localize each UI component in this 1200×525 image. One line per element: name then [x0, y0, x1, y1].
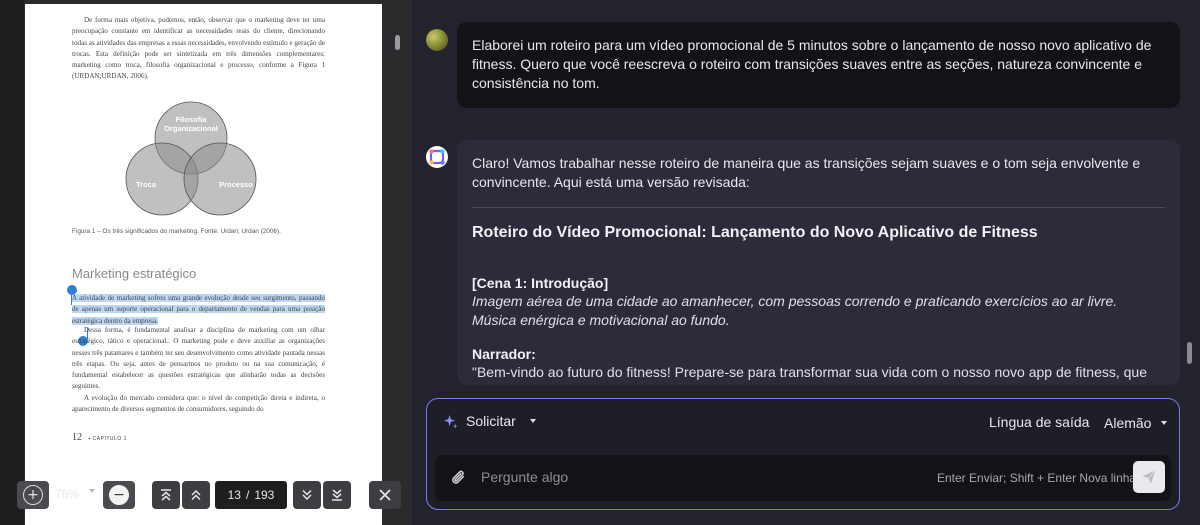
close-icon	[379, 489, 391, 501]
output-language-select[interactable]: Alemão	[1094, 411, 1177, 435]
prompt-selector[interactable]: Solicitar	[443, 413, 536, 429]
pdf-toolbar: + 76% − 13 / 193	[17, 479, 402, 511]
zoom-level[interactable]: 76%	[55, 487, 79, 501]
pdf-page[interactable]: De forma mais objetiva, podemos, então, …	[25, 4, 382, 525]
venn-circle-right	[183, 142, 257, 216]
selection-start-handle[interactable]	[67, 285, 77, 295]
chat-input[interactable]	[481, 463, 901, 491]
send-icon	[1142, 470, 1156, 484]
total-pages: 193	[254, 488, 275, 502]
chevrons-down-bar-icon	[332, 489, 342, 501]
paperclip-icon[interactable]	[449, 468, 469, 488]
scene-label: [Cena 1: Introdução]	[472, 275, 609, 291]
figure-caption: Figura 1 – Os três significados do marke…	[72, 228, 281, 235]
chevrons-up-bar-icon	[161, 489, 171, 501]
chapter-label: ▪ CAPÍTULO 1	[88, 436, 127, 442]
user-message-text: Elaborei um roteiro para um vídeo promoc…	[472, 37, 1152, 91]
script-title: Roteiro do Vídeo Promocional: Lançamento…	[472, 224, 1038, 241]
narrator-line: "Bem-vindo ao futuro do fitness! Prepare…	[472, 364, 1148, 380]
selection-start-stem	[71, 294, 72, 305]
selected-text[interactable]: A atividade de marketing sofreu uma gran…	[72, 294, 325, 325]
next-page-button[interactable]	[293, 481, 321, 509]
viewer-edge	[0, 0, 24, 525]
page-footer: 12 ▪ CAPÍTULO 1	[72, 432, 127, 443]
paragraph-3: A evolução do mercado considera que: o n…	[72, 393, 325, 414]
pdf-scrollbar-thumb[interactable]	[395, 35, 400, 50]
venn-label-top-2: Organizacional	[164, 124, 218, 133]
plus-circle-icon: +	[23, 485, 43, 505]
last-page-button[interactable]	[323, 481, 351, 509]
narrator-label: Narrador:	[472, 346, 536, 362]
minus-circle-icon: −	[109, 485, 129, 505]
prompt-label[interactable]: Solicitar	[466, 413, 516, 429]
close-pdf-toolbar-button[interactable]	[369, 481, 401, 509]
chapter-label-text: CAPÍTULO 1	[92, 436, 127, 442]
previous-page-button[interactable]	[182, 481, 210, 509]
intro-paragraph: De forma mais objetiva, podemos, então, …	[72, 15, 325, 83]
send-hint: Enter Enviar; Shift + Enter Nova linha	[937, 471, 1137, 485]
assistant-message-card: Claro! Vamos trabalhar nesse roteiro de …	[457, 140, 1180, 385]
current-page[interactable]: 13	[228, 488, 241, 502]
venn-diagram: Filosofia Organizacional Troca Processo	[125, 101, 257, 216]
pdf-viewer-pane: De forma mais objetiva, podemos, então, …	[0, 0, 412, 525]
assistant-intro: Claro! Vamos trabalhar nesse roteiro de …	[472, 155, 1141, 190]
assistant-logo-shape	[429, 149, 445, 165]
send-button[interactable]	[1133, 461, 1165, 493]
chevrons-down-icon	[302, 489, 312, 501]
first-page-button[interactable]	[152, 481, 180, 509]
venn-label-left: Troca	[136, 180, 157, 189]
zoom-in-button[interactable]: +	[17, 481, 49, 509]
sparkle-icon	[443, 414, 458, 429]
caret-down-icon	[1161, 421, 1168, 425]
paragraph-2: Dessa forma, é fundamental analisar a di…	[72, 326, 325, 391]
message-divider	[472, 207, 1165, 208]
scene-description: Imagem aérea de uma cidade ao amanhecer,…	[472, 293, 1118, 328]
caret-down-icon	[529, 419, 536, 423]
section-heading: Marketing estratégico	[72, 266, 197, 281]
user-message-bubble: Elaborei um roteiro para um vídeo promoc…	[457, 22, 1180, 108]
chevrons-up-icon	[191, 489, 201, 501]
zoom-out-button[interactable]: −	[103, 481, 135, 509]
assistant-logo-icon	[426, 146, 448, 168]
chat-composer: Solicitar Língua de saída Alemão Enter E…	[426, 398, 1180, 510]
user-avatar	[426, 29, 448, 51]
intro-paragraph-text: De forma mais objetiva, podemos, então, …	[72, 16, 325, 81]
input-container: Enter Enviar; Shift + Enter Nova linha	[435, 455, 1171, 501]
page-number: 12	[72, 432, 82, 443]
output-language-label: Língua de saída	[989, 414, 1090, 430]
chat-scrollbar-thumb[interactable]	[1187, 342, 1192, 364]
highlighted-paragraph[interactable]: A atividade de marketing sofreu uma gran…	[72, 293, 325, 327]
venn-label-right: Processo	[219, 180, 253, 189]
page-separator: /	[245, 488, 250, 502]
output-language-value[interactable]: Alemão	[1104, 415, 1151, 431]
page-indicator[interactable]: 13 / 193	[215, 481, 287, 509]
body-paragraphs: Dessa forma, é fundamental analisar a di…	[72, 325, 325, 415]
venn-label-top-1: Filosofia	[176, 115, 208, 124]
zoom-dropdown-caret-icon[interactable]	[89, 489, 95, 493]
